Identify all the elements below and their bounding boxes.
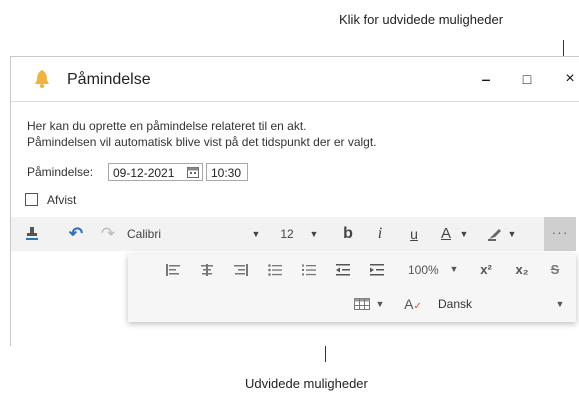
strikethrough-button[interactable]: S (546, 262, 564, 277)
dismissed-label: Afvist (47, 193, 77, 207)
font-size-value[interactable]: 12 (277, 217, 297, 251)
table-icon[interactable] (354, 298, 372, 310)
italic-button[interactable]: i (369, 217, 391, 251)
increase-indent-icon[interactable] (370, 264, 386, 276)
font-color-button[interactable]: A (435, 217, 457, 251)
stamp-icon[interactable] (23, 217, 41, 251)
numbered-list-icon[interactable] (302, 264, 318, 276)
zoom-dropdown-icon[interactable]: ▼ (448, 264, 460, 274)
calendar-icon[interactable] (187, 166, 199, 178)
bold-button[interactable]: b (337, 217, 359, 251)
font-name-select[interactable]: Calibri (127, 217, 247, 251)
highlight-icon[interactable] (485, 217, 505, 251)
date-field[interactable]: 09-12-2021 (108, 163, 203, 181)
time-field[interactable]: 10:30 (206, 163, 248, 181)
table-dropdown-icon[interactable]: ▼ (374, 299, 386, 309)
zoom-value[interactable]: 100% (408, 263, 442, 277)
align-center-icon[interactable] (200, 264, 216, 276)
language-dropdown-icon[interactable]: ▼ (554, 299, 566, 309)
callout-top-label: Klik for udvidede muligheder (339, 12, 504, 27)
reminder-label: Påmindelse: (27, 165, 94, 179)
redo-icon[interactable]: ↷ (97, 217, 119, 251)
font-size-dropdown-icon[interactable]: ▼ (307, 217, 321, 251)
more-options-button[interactable]: ··· (544, 217, 576, 251)
title-bar: Påmindelse ‒ □ × (11, 57, 579, 102)
superscript-button[interactable]: x² (474, 262, 498, 277)
bell-icon (34, 69, 50, 89)
subscript-button[interactable]: x₂ (510, 262, 534, 277)
dismissed-checkbox[interactable] (25, 193, 38, 206)
minimize-button[interactable]: ‒ (476, 69, 496, 89)
align-right-icon[interactable] (234, 264, 250, 276)
language-value[interactable]: Dansk (438, 297, 498, 311)
time-value: 10:30 (211, 166, 242, 180)
highlight-dropdown-icon[interactable]: ▼ (505, 217, 519, 251)
font-name-value: Calibri (127, 227, 162, 241)
description-line-1: Her kan du oprette en påmindelse relater… (27, 119, 307, 133)
undo-icon[interactable]: ↶ (65, 217, 87, 251)
description-line-2: Påmindelsen vil automatisk blive vist på… (27, 135, 377, 149)
spellcheck-icon[interactable]: A✓ (404, 296, 422, 312)
extended-options-panel: 100% ▼ x² x₂ S ▼ A✓ Dansk ▼ (128, 254, 576, 322)
date-value: 09-12-2021 (113, 166, 175, 180)
align-left-icon[interactable] (166, 264, 182, 276)
editor-toolbar: ↶ ↷ Calibri ▼ 12 ▼ b i u A ▼ ▼ ··· (11, 217, 576, 251)
bullet-list-icon[interactable] (268, 264, 284, 276)
maximize-button[interactable]: □ (517, 69, 537, 89)
font-color-dropdown-icon[interactable]: ▼ (457, 217, 471, 251)
decrease-indent-icon[interactable] (336, 264, 352, 276)
underline-button[interactable]: u (403, 217, 425, 251)
close-button[interactable]: × (560, 69, 579, 89)
callout-bottom-label: Udvidede muligheder (245, 376, 368, 391)
font-name-dropdown-icon[interactable]: ▼ (249, 217, 263, 251)
window-title: Påmindelse (67, 71, 151, 88)
